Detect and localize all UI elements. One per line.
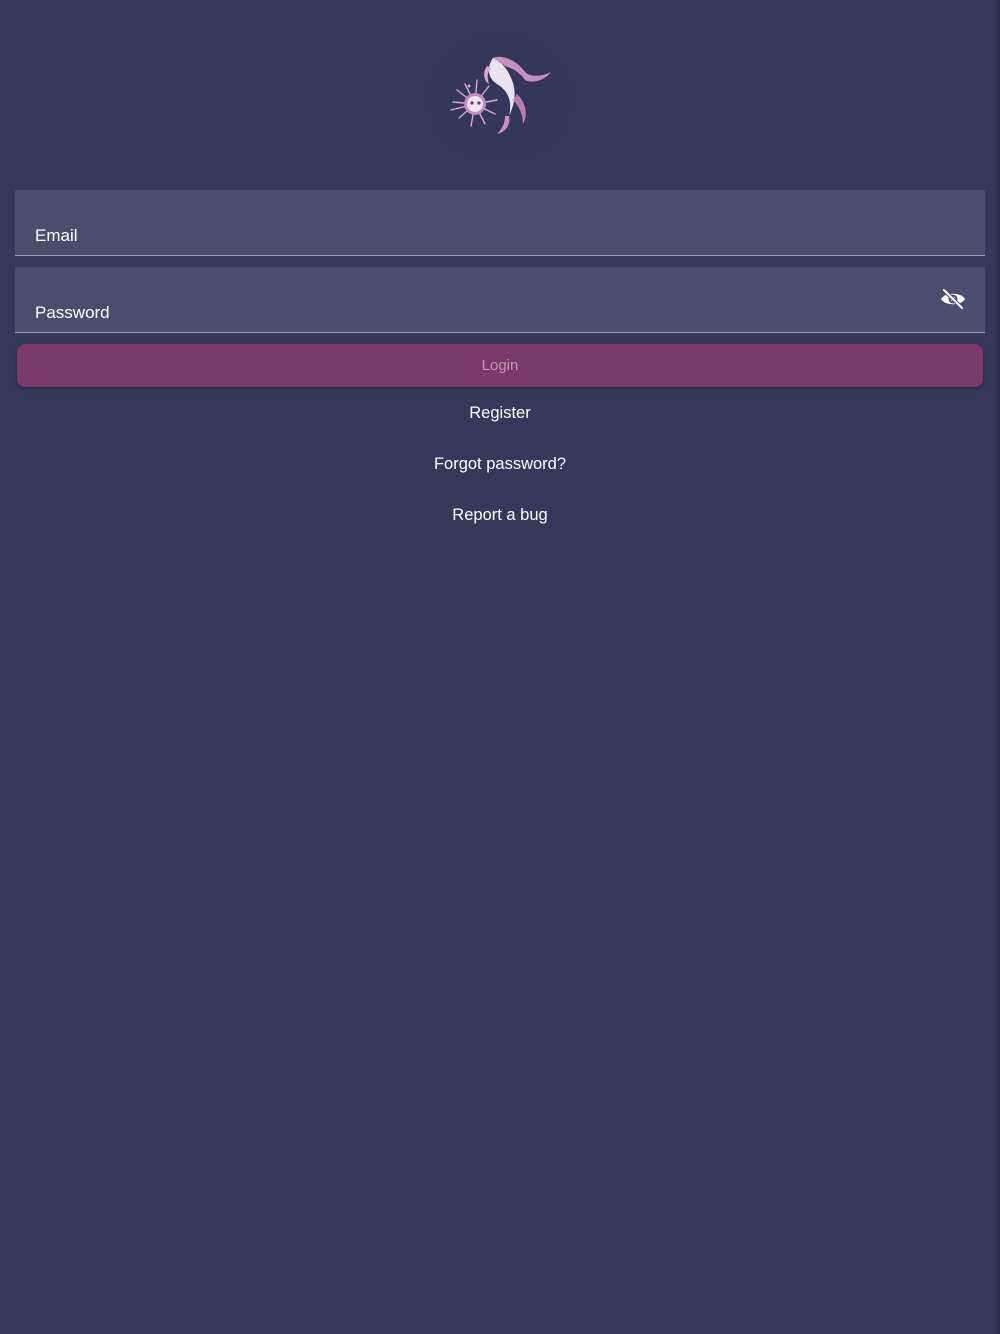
app-logo bbox=[425, 28, 575, 168]
fish-logo-icon bbox=[430, 36, 570, 160]
login-button[interactable]: Login bbox=[17, 344, 983, 387]
email-field-label: Email bbox=[35, 226, 78, 245]
password-field[interactable]: Password bbox=[15, 267, 985, 333]
register-link[interactable]: Register bbox=[0, 404, 1000, 423]
report-bug-link[interactable]: Report a bug bbox=[0, 506, 1000, 525]
login-screen: Email Password Login Register Forgot pas… bbox=[0, 0, 1000, 1334]
scroll-edge bbox=[994, 0, 1000, 1334]
email-field[interactable]: Email bbox=[15, 190, 985, 256]
password-field-label: Password bbox=[35, 303, 110, 322]
eye-off-icon[interactable] bbox=[939, 287, 967, 311]
forgot-password-link[interactable]: Forgot password? bbox=[0, 455, 1000, 474]
